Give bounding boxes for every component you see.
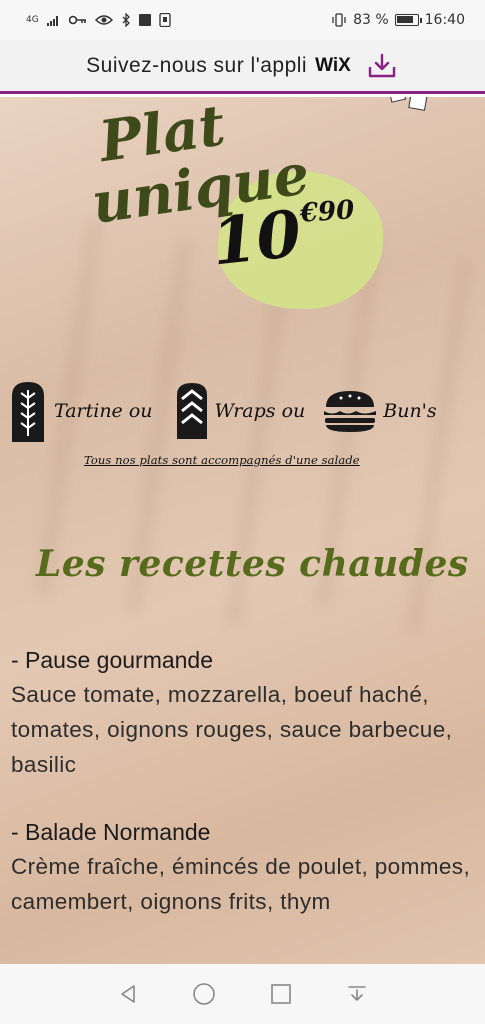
status-right: 83 % 16:40 [331, 12, 465, 28]
type-label: Tartine ou [54, 400, 153, 422]
salad-note: Tous nos plats sont accompagnés d'une sa… [84, 453, 360, 467]
recipe-item: - Pause gourmande Sauce tomate, mozzarel… [11, 643, 471, 782]
type-item-buns: Bun's [323, 389, 437, 433]
key-icon [68, 15, 86, 25]
bluetooth-icon [122, 13, 130, 27]
recipe-item: - Balade Normande Crème fraîche, émincés… [11, 815, 471, 919]
home-icon[interactable] [184, 974, 224, 1014]
battery-percent: 83 % [353, 12, 389, 28]
notifications-icon[interactable] [337, 974, 377, 1014]
square-notification-icon [138, 14, 151, 26]
recipe-name: - Pause gourmande [11, 647, 214, 673]
bread-types: Tartine ou Wraps ou Bun's [8, 375, 478, 447]
download-icon[interactable] [365, 49, 399, 83]
decorative-cubes [388, 97, 428, 111]
wix-app-banner[interactable]: Suivez-nous sur l'appli WiX [0, 40, 485, 94]
burger-icon [324, 391, 377, 432]
wix-logo: WiX [315, 54, 351, 76]
recipe-description: Crème fraîche, émincés de poulet, pommes… [11, 854, 471, 914]
wheat-bread-icon [12, 382, 44, 442]
recipe-description: Sauce tomate, mozzarella, boeuf haché, t… [11, 682, 453, 777]
type-item-wraps: Wraps ou [175, 381, 306, 441]
banner-text: Suivez-nous sur l'appli [86, 53, 308, 77]
type-item-tartine: Tartine ou [8, 376, 153, 446]
section-title: Les recettes chaudes [36, 543, 469, 585]
signal-icon [46, 16, 58, 26]
menu-content[interactable]: Plat unique 10 €90 Tartine ou Wraps ou B… [0, 97, 485, 964]
type-label: Wraps ou [214, 400, 306, 422]
signal-label: 4G [26, 15, 39, 25]
clock: 16:40 [424, 12, 465, 28]
eye-icon [94, 15, 113, 25]
battery-icon [394, 14, 422, 26]
wrap-icon [176, 383, 207, 439]
recents-icon[interactable] [261, 974, 301, 1014]
price-main: 10 [208, 196, 305, 281]
status-bar: 4G 83 % 16:40 [0, 0, 485, 40]
price-cents: €90 [299, 195, 356, 229]
recipe-name: - Balade Normande [11, 819, 211, 845]
vibrate-icon [332, 13, 346, 27]
status-left: 4G [26, 13, 171, 27]
navigation-bar [0, 964, 485, 1024]
back-icon[interactable] [108, 974, 148, 1014]
phone-notification-icon [159, 13, 171, 27]
type-label: Bun's [383, 400, 437, 422]
